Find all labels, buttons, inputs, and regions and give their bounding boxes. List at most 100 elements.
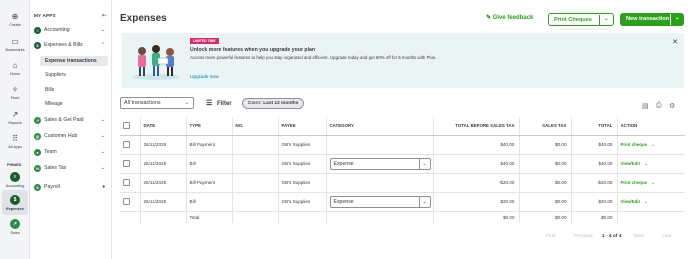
view-edit-link[interactable]: View/Edit <box>621 161 640 166</box>
sidebar-group-payroll[interactable]: $ Payroll ♦ <box>33 182 111 193</box>
sales-icon: ↗ <box>34 117 41 124</box>
expenses-app-icon: $ <box>10 195 20 205</box>
rail-bookmarks[interactable]: ▭ Bookmarks <box>0 37 30 52</box>
gear-icon[interactable]: ⚙ <box>669 102 675 110</box>
chevron-down-icon: ⌄ <box>100 117 105 123</box>
rail-sales[interactable]: ↗ Sales <box>0 219 30 235</box>
view-edit-link[interactable]: View/Edit <box>621 199 640 204</box>
cell-no <box>232 135 279 155</box>
rail-accounting[interactable]: ≡ Accounting <box>0 172 30 188</box>
rail-create[interactable]: ⊕ Create <box>0 12 30 27</box>
chevron-down-icon[interactable]: ⌄ <box>675 15 680 21</box>
rail-accounting-label: Accounting <box>5 184 25 188</box>
rail-home[interactable]: ⌂ Home <box>0 61 30 76</box>
rail-feed-label: Feed <box>10 96 20 100</box>
print-cheque-link[interactable]: Print cheque <box>621 180 648 185</box>
sidebar-heading: MY APPS <box>34 13 56 18</box>
row-select-cell <box>120 192 141 212</box>
upgrade-now-link[interactable]: Upgrade now <box>190 75 219 80</box>
print-icon[interactable]: ⎙ <box>656 102 662 110</box>
page-title: Expenses <box>120 13 167 24</box>
date-filter-chip[interactable]: Dates: Last 12 months <box>242 98 305 109</box>
transactions-type-select[interactable]: All transactions ⌄ <box>120 97 194 109</box>
app-rail: ⊕ Create ▭ Bookmarks ⌂ Home ✧ Feed ↗ Rep… <box>0 0 30 259</box>
print-cheque-link[interactable]: Print cheque <box>621 142 648 147</box>
category-select[interactable]: Expense ⌄ <box>329 157 431 170</box>
close-icon[interactable]: ✕ <box>672 38 678 46</box>
total-empty-cell <box>617 211 685 223</box>
date-chip-prefix: Dates: <box>248 101 262 106</box>
give-feedback-link[interactable]: ✎ Give feedback <box>486 14 533 21</box>
row-checkbox[interactable] <box>123 179 130 186</box>
chevron-down-icon[interactable]: ⌄ <box>604 16 609 22</box>
cell-total-before-tax: -$20.00 <box>433 173 520 193</box>
export-icon[interactable]: ▤ <box>642 102 649 110</box>
select-all-checkbox[interactable] <box>123 122 130 130</box>
split-divider <box>670 14 671 25</box>
cell-sales-tax: $0.00 <box>519 173 572 193</box>
total-before-tax: $0.00 <box>433 211 520 223</box>
pager-next[interactable]: Next <box>634 234 644 239</box>
row-checkbox[interactable] <box>123 141 130 148</box>
column-header-sales-tax[interactable]: SALES TAX <box>519 117 572 136</box>
column-header-date[interactable]: DATE <box>140 117 187 136</box>
rail-expenses[interactable]: $ Expenses <box>0 195 30 211</box>
rail-feed[interactable]: ✧ Feed <box>0 85 30 100</box>
print-cheques-button[interactable]: Print Cheques ⌄ <box>548 13 614 26</box>
sidebar-group-expenses[interactable]: $ Expenses & Bills ⌃ <box>33 40 111 51</box>
pager-range: 1 - 4 of 4 <box>602 234 622 239</box>
rail-reports[interactable]: ↗ Reports <box>0 110 30 125</box>
new-transaction-button[interactable]: New transaction ⌄ <box>620 13 684 26</box>
cell-no <box>232 154 279 174</box>
rail-reports-label: Reports <box>8 121 22 125</box>
cell-action: View/Edit ⌄ <box>617 192 685 212</box>
column-header-category[interactable]: CATEGORY <box>326 117 434 136</box>
pager-last[interactable]: Last <box>662 234 671 239</box>
total-empty-cell <box>326 211 434 223</box>
sidebar-group-team[interactable]: ● Team ⌄ <box>33 147 111 158</box>
chevron-down-icon[interactable]: ⌄ <box>644 199 648 205</box>
cell-type: Bill Payment <box>186 135 233 155</box>
chevron-down-icon[interactable]: ⌄ <box>644 161 648 167</box>
cell-action: View/Edit ⌄ <box>617 154 685 174</box>
cell-total: $40.00 <box>571 135 618 155</box>
column-header-total-before-tax[interactable]: TOTAL BEFORE SALES TAX <box>433 117 520 136</box>
limited-time-badge: LIMITED TIME <box>190 38 219 44</box>
row-select-cell <box>120 173 141 193</box>
chevron-down-icon[interactable]: ⌄ <box>651 180 655 186</box>
sidebar-item-bills[interactable]: Bills <box>45 87 54 93</box>
filter-button[interactable]: ☰ Filter <box>206 99 232 107</box>
grid-icon: ⠿ <box>12 134 18 143</box>
give-feedback-label: Give feedback <box>492 15 534 21</box>
sidebar-group-sales-get-paid[interactable]: ↗ Sales & Get Paid ⌄ <box>33 115 111 126</box>
sidebar-item-mileage[interactable]: Mileage <box>45 101 63 107</box>
sidebar-group-sales-tax[interactable]: % Sales Tax ⌄ <box>33 163 111 174</box>
category-select[interactable]: Expense ⌄ <box>329 195 431 208</box>
collapse-sidebar-icon[interactable]: ⇤ <box>102 12 107 19</box>
rail-all-apps[interactable]: ⠿ All apps <box>0 134 30 149</box>
sidebar-group-label: Accounting <box>44 27 70 33</box>
transactions-select-value: All transactions <box>124 100 161 106</box>
chevron-down-icon[interactable]: ⌄ <box>651 142 655 148</box>
sidebar-group-customer-hub[interactable]: ◎ Customer Hub ⌄ <box>33 131 111 142</box>
sidebar-group-label: Team <box>44 149 57 155</box>
sidebar-item-suppliers[interactable]: Suppliers <box>45 72 66 78</box>
column-header-payee[interactable]: PAYEE <box>278 117 327 136</box>
pager-previous[interactable]: Previous <box>574 234 593 239</box>
column-header-type[interactable]: TYPE <box>186 117 233 136</box>
cell-total-before-tax: $20.00 <box>433 192 520 212</box>
column-header-no[interactable]: NO. <box>232 117 279 136</box>
cell-category <box>326 173 434 193</box>
rail-all-apps-label: All apps <box>8 145 22 149</box>
pager-first[interactable]: First <box>546 234 555 239</box>
sidebar-group-label: Sales & Get Paid <box>44 117 84 123</box>
cell-type: Bill <box>186 154 233 174</box>
sidebar-group-accounting[interactable]: ≡ Accounting ⌄ <box>33 25 111 36</box>
sales-tax-icon: % <box>34 165 41 172</box>
filter-icon: ☰ <box>206 100 213 107</box>
accounting-icon: ≡ <box>34 27 41 34</box>
row-checkbox[interactable] <box>123 160 130 167</box>
column-header-total[interactable]: TOTAL <box>571 117 618 136</box>
sidebar-item-expense-transactions[interactable]: Expense transactions <box>45 58 97 64</box>
row-checkbox[interactable] <box>123 198 130 205</box>
